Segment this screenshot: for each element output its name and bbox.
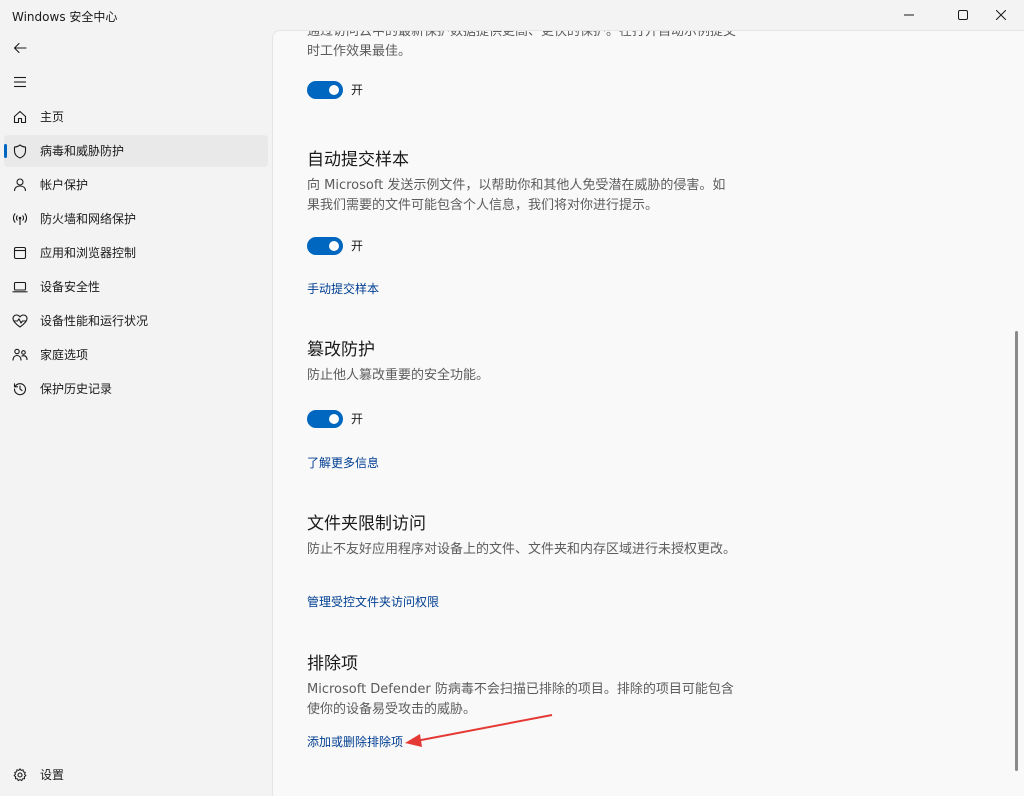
heart-pulse-icon bbox=[12, 313, 28, 329]
sidebar-item-device-security[interactable]: 设备安全性 bbox=[4, 271, 268, 303]
sidebar-item-label: 设备性能和运行状况 bbox=[40, 314, 149, 328]
wifi-antenna-icon bbox=[12, 211, 28, 227]
cloud-protection-toggle[interactable] bbox=[307, 81, 343, 99]
hamburger-menu-icon bbox=[14, 76, 26, 88]
main-content: 通过访问云中的最新保护数据提供更高、更快的保护。在打开自动示例提交时工作效果最佳… bbox=[272, 30, 1024, 796]
sidebar-item-app-browser-control[interactable]: 应用和浏览器控制 bbox=[4, 237, 268, 269]
sidebar-settings-label: 设置 bbox=[40, 768, 65, 782]
back-arrow-icon bbox=[13, 42, 27, 54]
cloud-protection-description: 通过访问云中的最新保护数据提供更高、更快的保护。在打开自动示例提交时工作效果最佳… bbox=[307, 30, 737, 59]
sidebar-item-device-performance[interactable]: 设备性能和运行状况 bbox=[4, 305, 268, 337]
sidebar-item-label: 保护历史记录 bbox=[40, 382, 113, 396]
menu-button[interactable] bbox=[4, 66, 36, 98]
sidebar-item-protection-history[interactable]: 保护历史记录 bbox=[4, 373, 268, 405]
folder-access-heading: 文件夹限制访问 bbox=[307, 514, 426, 534]
folder-access-description: 防止不友好应用程序对设备上的文件、文件夹和内存区域进行未授权更改。 bbox=[307, 542, 737, 557]
auto-sample-toggle[interactable] bbox=[307, 237, 343, 255]
family-icon bbox=[12, 347, 28, 363]
sidebar-item-settings[interactable]: 设置 bbox=[4, 759, 268, 791]
history-icon bbox=[12, 381, 28, 397]
submit-sample-manually-link[interactable]: 手动提交样本 bbox=[307, 281, 379, 297]
sidebar-item-firewall[interactable]: 防火墙和网络保护 bbox=[4, 203, 268, 235]
tamper-protection-heading: 篡改防护 bbox=[307, 340, 375, 360]
auto-sample-toggle-label: 开 bbox=[351, 239, 364, 253]
sidebar-item-virus-protection[interactable]: 病毒和威胁防护 bbox=[4, 135, 268, 167]
add-remove-exclusions-link[interactable]: 添加或删除排除项 bbox=[307, 734, 403, 750]
toggle-knob bbox=[329, 241, 339, 251]
vertical-scrollbar[interactable] bbox=[1015, 331, 1018, 771]
home-icon bbox=[12, 109, 28, 125]
sidebar-item-label: 防火墙和网络保护 bbox=[40, 212, 137, 226]
learn-more-link[interactable]: 了解更多信息 bbox=[307, 455, 379, 471]
auto-sample-description: 向 Microsoft 发送示例文件，以帮助你和其他人免受潜在威胁的侵害。如果我… bbox=[307, 178, 726, 213]
exclusions-description: Microsoft Defender 防病毒不会扫描已排除的项目。排除的项目可能… bbox=[307, 682, 734, 717]
toggle-knob bbox=[329, 414, 339, 424]
close-button[interactable] bbox=[978, 0, 1024, 30]
sidebar-item-label: 帐户保护 bbox=[40, 178, 89, 192]
tamper-protection-description: 防止他人篡改重要的安全功能。 bbox=[307, 368, 490, 383]
sidebar: 主页 病毒和威胁防护 帐户保护 防火墙和网络保护 应用和浏览器控制 设备安全性 … bbox=[0, 30, 272, 796]
tamper-protection-toggle-label: 开 bbox=[351, 412, 364, 426]
gear-icon bbox=[12, 767, 28, 783]
sidebar-item-family-options[interactable]: 家庭选项 bbox=[4, 339, 268, 371]
sidebar-item-label: 设备安全性 bbox=[40, 280, 101, 294]
cloud-protection-toggle-label: 开 bbox=[351, 83, 364, 97]
tamper-protection-toggle[interactable] bbox=[307, 410, 343, 428]
title-bar: Windows 安全中心 bbox=[0, 0, 1024, 30]
app-window: Windows 安全中心 主页 病毒和威胁防护 帐户保护 防火墙和网络保护 应用… bbox=[0, 0, 1024, 796]
app-window-icon bbox=[12, 245, 28, 261]
sidebar-item-label: 应用和浏览器控制 bbox=[40, 246, 137, 260]
person-icon bbox=[12, 177, 28, 193]
auto-sample-heading: 自动提交样本 bbox=[307, 150, 409, 170]
sidebar-item-account-protection[interactable]: 帐户保护 bbox=[4, 169, 268, 201]
maximize-icon bbox=[958, 10, 968, 20]
laptop-icon bbox=[12, 279, 28, 295]
exclusions-heading: 排除项 bbox=[307, 654, 358, 674]
back-button[interactable] bbox=[4, 32, 36, 64]
sidebar-item-label: 家庭选项 bbox=[40, 348, 89, 362]
toggle-knob bbox=[329, 85, 339, 95]
sidebar-item-label: 病毒和威胁防护 bbox=[40, 144, 125, 158]
active-indicator bbox=[4, 144, 7, 158]
shield-icon bbox=[12, 143, 28, 159]
window-title: Windows 安全中心 bbox=[12, 10, 118, 24]
manage-folder-access-link[interactable]: 管理受控文件夹访问权限 bbox=[307, 594, 439, 610]
minimize-button[interactable] bbox=[886, 0, 932, 30]
sidebar-item-label: 主页 bbox=[40, 110, 65, 124]
minimize-icon bbox=[904, 14, 914, 16]
close-icon bbox=[996, 10, 1006, 20]
sidebar-item-home[interactable]: 主页 bbox=[4, 101, 268, 133]
